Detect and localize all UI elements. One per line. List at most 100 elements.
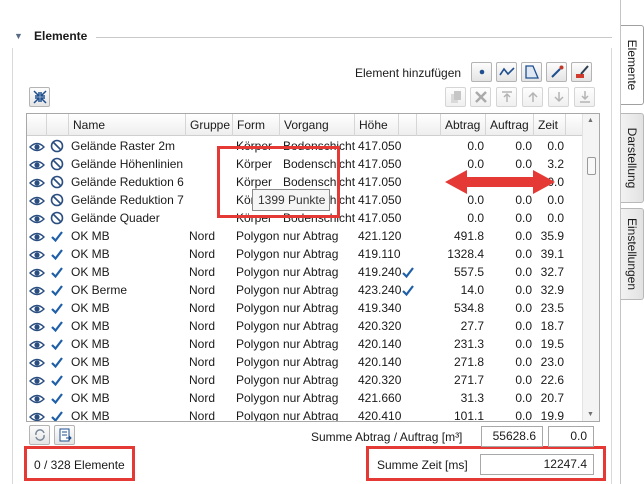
- cell-hoehe: 420.140: [358, 337, 402, 351]
- move-up-button[interactable]: [522, 87, 543, 107]
- move-bottom-button[interactable]: [574, 87, 595, 107]
- header-status[interactable]: [47, 114, 69, 136]
- table-row[interactable]: OK MB Nord Polygon nur Abtrag 419.240 557.5 0.…: [27, 263, 583, 281]
- cell-hoehe: 419.240: [358, 265, 402, 279]
- sum-time-label: Summe Zeit [ms]: [377, 458, 468, 472]
- table-row[interactable]: OK MB Nord Polygon nur Abtrag 420.140 271.8 0.…: [27, 353, 583, 371]
- cell-hoehe: 417.050: [358, 139, 402, 153]
- cell-abtrag: 557.5: [453, 265, 484, 279]
- table-row[interactable]: OK MB Nord Polygon nur Abtrag 421.120 491.8 0.…: [27, 227, 583, 245]
- cell-auftrag: 0.0: [515, 265, 532, 279]
- cell-name: OK MB: [71, 409, 110, 422]
- add-polygon-button[interactable]: [521, 62, 542, 82]
- cell-name: Gelände Raster 2m: [71, 139, 176, 153]
- cell-zeit: 0.0: [547, 211, 564, 225]
- cell-form: Polygon: [236, 265, 280, 279]
- header-vorgang[interactable]: Vorgang: [280, 114, 355, 136]
- cell-vorgang: nur Abtrag: [283, 247, 339, 261]
- cell-auftrag: 0.0: [515, 355, 532, 369]
- header-visibility[interactable]: [27, 114, 47, 136]
- cell-auftrag: 0.0: [515, 283, 532, 297]
- header-blank[interactable]: [417, 114, 441, 136]
- cell-abtrag: 1328.4: [447, 247, 484, 261]
- cell-name: OK MB: [71, 247, 110, 261]
- sum-auftrag-field: 0.0: [548, 426, 594, 447]
- add-point-button[interactable]: [471, 62, 492, 82]
- move-top-button[interactable]: [496, 87, 517, 107]
- table-row[interactable]: OK MB Nord Polygon nur Abtrag 420.320 27.7 0.0…: [27, 317, 583, 335]
- cell-hoehe: 419.110: [358, 247, 401, 261]
- highlight-box-form: [217, 146, 340, 218]
- header-name[interactable]: Name: [69, 114, 186, 136]
- cell-zeit: 20.7: [540, 391, 564, 405]
- cell-abtrag: 271.8: [453, 355, 484, 369]
- header-zeit[interactable]: Zeit: [534, 114, 566, 136]
- cell-abtrag: 14.0: [460, 283, 484, 297]
- scroll-up-icon[interactable]: ▲: [587, 117, 594, 124]
- cell-abtrag: 31.3: [460, 391, 484, 405]
- header-check[interactable]: [399, 114, 417, 136]
- tab-darstellung[interactable]: Darstellung: [621, 113, 644, 203]
- section-title: Elemente: [34, 29, 88, 43]
- collapse-arrow-icon[interactable]: ▼: [14, 31, 23, 41]
- cell-gruppe: Nord: [189, 283, 216, 297]
- tab-einstellungen[interactable]: Einstellungen: [621, 208, 644, 300]
- cell-abtrag: 0.0: [467, 211, 484, 225]
- cell-zeit: 32.9: [540, 283, 564, 297]
- header-auftrag[interactable]: Auftrag: [486, 114, 534, 136]
- table-row[interactable]: OK MB Nord Polygon nur Abtrag 419.110 1328.4 0…: [27, 245, 583, 263]
- cell-hoehe: 421.120: [358, 229, 402, 243]
- cell-zeit: 23.0: [540, 355, 564, 369]
- eye-icon[interactable]: [29, 410, 45, 421]
- scroll-thumb[interactable]: [587, 157, 596, 175]
- collapse-all-button[interactable]: [29, 87, 50, 107]
- delete-button[interactable]: [470, 87, 491, 107]
- header-form[interactable]: Form: [233, 114, 280, 136]
- checkmark-icon[interactable]: [50, 409, 66, 421]
- table-row[interactable]: OK MB Nord Polygon nur Abtrag 421.660 31.3 0.0…: [27, 389, 583, 407]
- scroll-down-icon[interactable]: ▼: [587, 411, 594, 418]
- delete-x-icon: [474, 91, 487, 103]
- table-row[interactable]: OK MB Nord Polygon nur Abtrag 419.340 534.8 0.…: [27, 299, 583, 317]
- header-hoehe[interactable]: Höhe: [355, 114, 399, 136]
- cell-zeit: 23.5: [540, 301, 564, 315]
- vertical-scrollbar[interactable]: ▲ ▼: [582, 114, 599, 421]
- header-gruppe[interactable]: Gruppe: [186, 114, 233, 136]
- add-line-button[interactable]: [496, 62, 517, 82]
- pick-button[interactable]: [546, 62, 567, 82]
- copy-icon: [450, 91, 461, 103]
- section-header[interactable]: ▼ Elemente: [10, 28, 612, 48]
- cell-vorgang: nur Abtrag: [283, 391, 339, 405]
- cell-gruppe: Nord: [189, 301, 216, 315]
- cell-zeit: 0.0: [547, 139, 564, 153]
- cell-form: Polygon: [236, 373, 280, 387]
- export-button[interactable]: [54, 425, 75, 445]
- section-divider: [96, 37, 612, 38]
- table-header: Name Gruppe Form Vorgang Höhe Abtrag Auf…: [27, 114, 583, 136]
- cell-auftrag: 0.0: [515, 211, 532, 225]
- tab-elemente[interactable]: Elemente: [621, 25, 644, 105]
- cell-auftrag: 0.0: [515, 391, 532, 405]
- cell-hoehe: 423.240: [358, 283, 402, 297]
- cell-gruppe: Nord: [189, 265, 216, 279]
- add-element-label: Element hinzufügen: [355, 66, 462, 80]
- move-top-icon: [501, 91, 512, 102]
- table-row[interactable]: OK MB Nord Polygon nur Abtrag 420.410 101.1 0.…: [27, 407, 583, 422]
- table-row[interactable]: OK MB Nord Polygon nur Abtrag 420.320 271.7 0.…: [27, 371, 583, 389]
- refresh-icon: [34, 429, 45, 441]
- cell-auftrag: 0.0: [515, 337, 532, 351]
- cell-name: OK MB: [71, 373, 110, 387]
- cell-name: OK MB: [71, 229, 110, 243]
- move-down-button[interactable]: [548, 87, 569, 107]
- cell-hoehe: 420.320: [358, 373, 402, 387]
- table-row[interactable]: OK Berme Nord Polygon nur Abtrag 423.240 14.0…: [27, 281, 583, 299]
- cell-hoehe: 420.320: [358, 319, 402, 333]
- table-row[interactable]: OK MB Nord Polygon nur Abtrag 420.140 231.3 0.…: [27, 335, 583, 353]
- refresh-button[interactable]: [29, 425, 50, 445]
- copy-button[interactable]: [445, 87, 466, 107]
- paint-button[interactable]: [571, 62, 592, 82]
- elements-panel: ▼ Elemente Element hinzufügen Name Grupp…: [0, 0, 620, 484]
- cell-vorgang: nur Abtrag: [283, 373, 339, 387]
- sum-abtrag-field: 55628.6: [481, 426, 543, 447]
- header-abtrag[interactable]: Abtrag: [441, 114, 486, 136]
